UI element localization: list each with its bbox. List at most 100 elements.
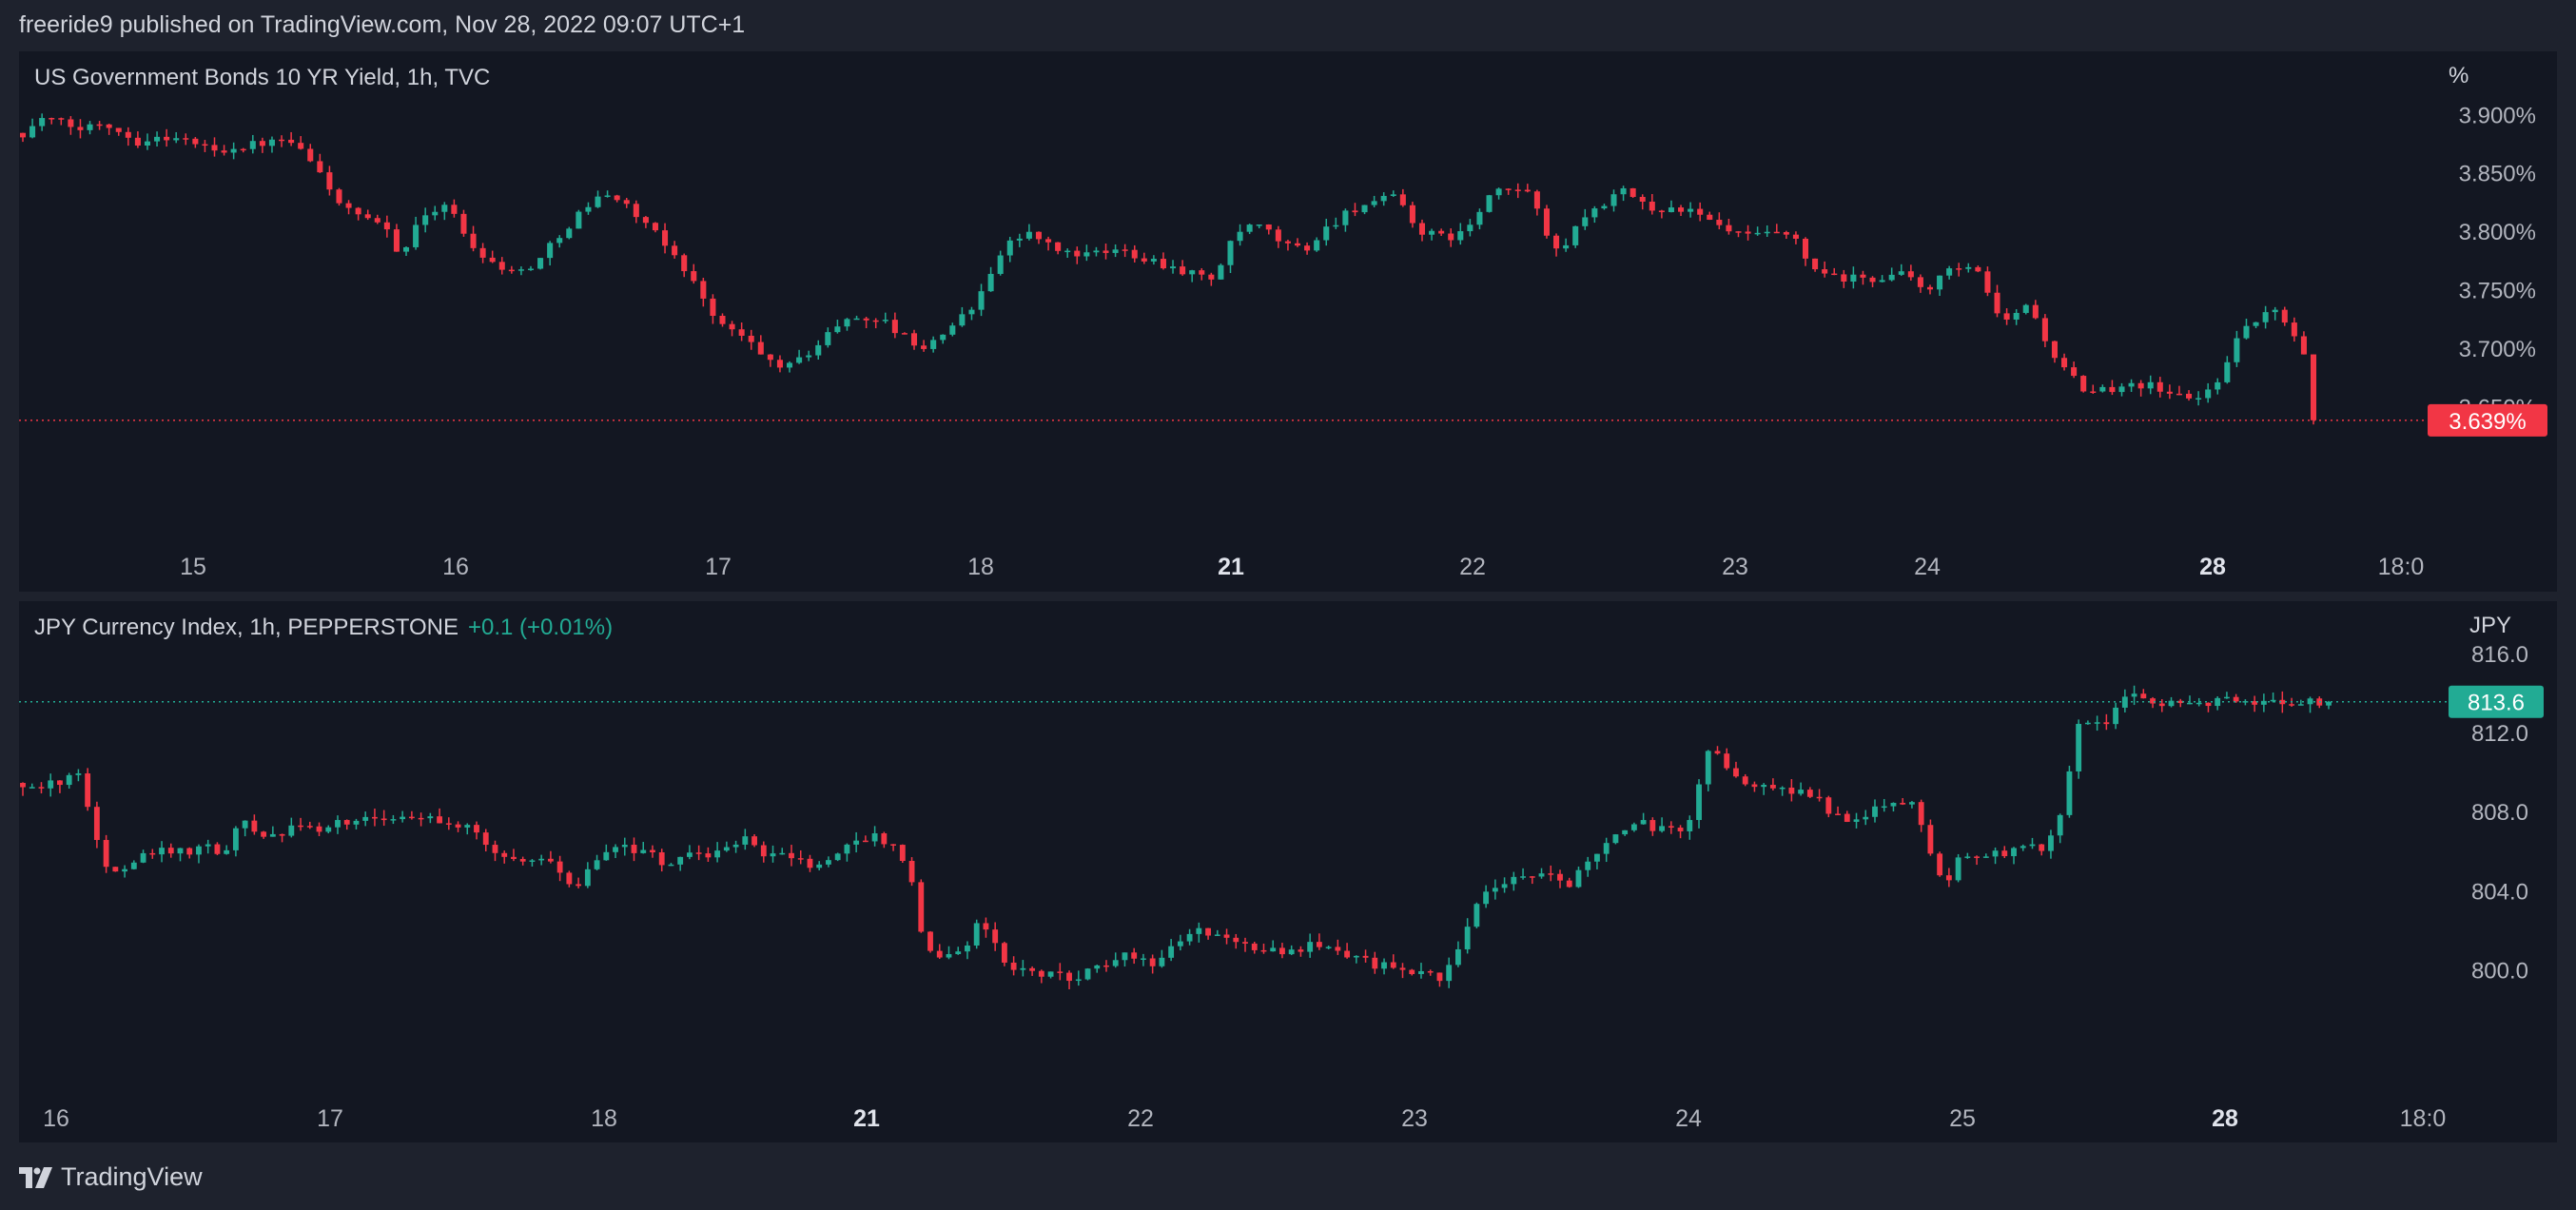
candle — [2215, 696, 2221, 711]
candle — [87, 121, 93, 135]
candle — [224, 845, 230, 855]
candle — [1186, 928, 1193, 946]
candle — [700, 278, 707, 307]
candle — [400, 810, 406, 823]
candle — [918, 879, 925, 933]
candle — [844, 318, 850, 331]
candle — [1464, 918, 1471, 954]
candle — [1035, 231, 1043, 244]
last-price-label: 3.639% — [2449, 409, 2526, 435]
candle — [1473, 902, 1480, 928]
candle — [1438, 228, 1445, 236]
tradingview-brand[interactable]: TradingView — [19, 1162, 203, 1192]
candle — [2061, 353, 2068, 371]
candle — [686, 845, 693, 860]
candle — [2262, 305, 2269, 329]
candle — [1802, 237, 1809, 266]
candle — [183, 133, 189, 146]
candle — [710, 294, 716, 324]
candle — [936, 944, 943, 960]
candle — [1093, 246, 1100, 257]
candle — [1251, 941, 1258, 954]
candle — [164, 128, 170, 147]
candle — [1937, 275, 1943, 297]
candle — [2051, 341, 2058, 363]
candle — [432, 205, 439, 221]
candle — [1335, 939, 1341, 955]
candle — [1511, 871, 1517, 891]
candle — [144, 133, 151, 150]
candle — [2310, 354, 2317, 425]
candle — [1399, 963, 1406, 979]
candle — [921, 340, 927, 352]
candle — [2128, 379, 2135, 392]
candle — [882, 312, 888, 323]
candle — [464, 823, 471, 835]
candle — [604, 190, 611, 198]
candle — [1822, 261, 1828, 278]
candle — [1812, 258, 1819, 272]
candle — [1677, 825, 1684, 839]
candle — [1045, 236, 1052, 251]
candle — [1630, 187, 1636, 199]
candle — [1761, 783, 1767, 795]
candle — [1025, 224, 1032, 241]
candle — [2109, 380, 2116, 396]
candle — [2205, 702, 2212, 712]
candle — [240, 147, 246, 153]
x-tick-label: 18:0 — [2400, 1105, 2447, 1132]
candle — [1446, 957, 1453, 988]
candle — [374, 214, 381, 224]
candle — [1180, 260, 1186, 276]
candle — [1591, 205, 1598, 224]
candle — [529, 859, 536, 867]
candle — [770, 845, 776, 863]
candle — [1094, 965, 1101, 973]
candle — [2140, 689, 2147, 699]
candle — [757, 335, 764, 355]
candle — [1409, 202, 1415, 228]
candle — [681, 253, 688, 278]
candle — [1159, 949, 1165, 968]
chart-jpy[interactable]: 800.0 804.0 808.0 812.0 816.0 16 17 18 21 22 23 24 2… — [19, 601, 2557, 1142]
candle — [279, 135, 285, 147]
candle — [2307, 696, 2313, 713]
candle — [1436, 972, 1443, 987]
candle — [1084, 967, 1091, 981]
x-tick-label: 22 — [1459, 554, 1486, 580]
candle — [1529, 875, 1535, 885]
y-tick-label: 800.0 — [2471, 959, 2528, 985]
candle — [1016, 233, 1023, 247]
candle — [173, 131, 180, 144]
candle — [2022, 303, 2029, 315]
candle — [455, 821, 461, 832]
candle — [1294, 238, 1301, 247]
candle — [527, 265, 535, 271]
candle — [1955, 853, 1961, 883]
candle — [306, 821, 313, 829]
candle — [2223, 692, 2230, 699]
x-tick-label: 25 — [1949, 1105, 1976, 1132]
candle — [1457, 223, 1464, 245]
candle — [1779, 786, 1786, 796]
chart-us10y[interactable]: 3.650%3.700%3.750%3.800%3.850%3.900%1516… — [19, 51, 2557, 592]
chart-pane-us10y[interactable]: 3.650%3.700%3.750%3.800%3.850%3.900%1516… — [19, 51, 2557, 592]
y-tick-label: 3.750% — [2459, 279, 2536, 304]
series-title: US Government Bonds 10 YR Yield, 1h, TVC — [34, 65, 491, 90]
candle — [2166, 384, 2173, 400]
candle — [1399, 188, 1406, 207]
candle — [959, 306, 966, 327]
candle — [29, 118, 36, 139]
candle — [2300, 331, 2307, 355]
candle — [1764, 224, 1770, 238]
chart-pane-jpy[interactable]: 800.0 804.0 808.0 812.0 816.0 16 17 18 21 22 23 24 2… — [19, 601, 2557, 1142]
candle — [470, 225, 477, 252]
candle — [1792, 231, 1799, 244]
x-tick-label: 16 — [43, 1105, 69, 1132]
candle — [748, 329, 754, 350]
candle — [2113, 702, 2119, 730]
candle — [508, 265, 515, 274]
candle — [336, 187, 342, 206]
candle — [566, 870, 573, 888]
candle — [2071, 361, 2078, 379]
